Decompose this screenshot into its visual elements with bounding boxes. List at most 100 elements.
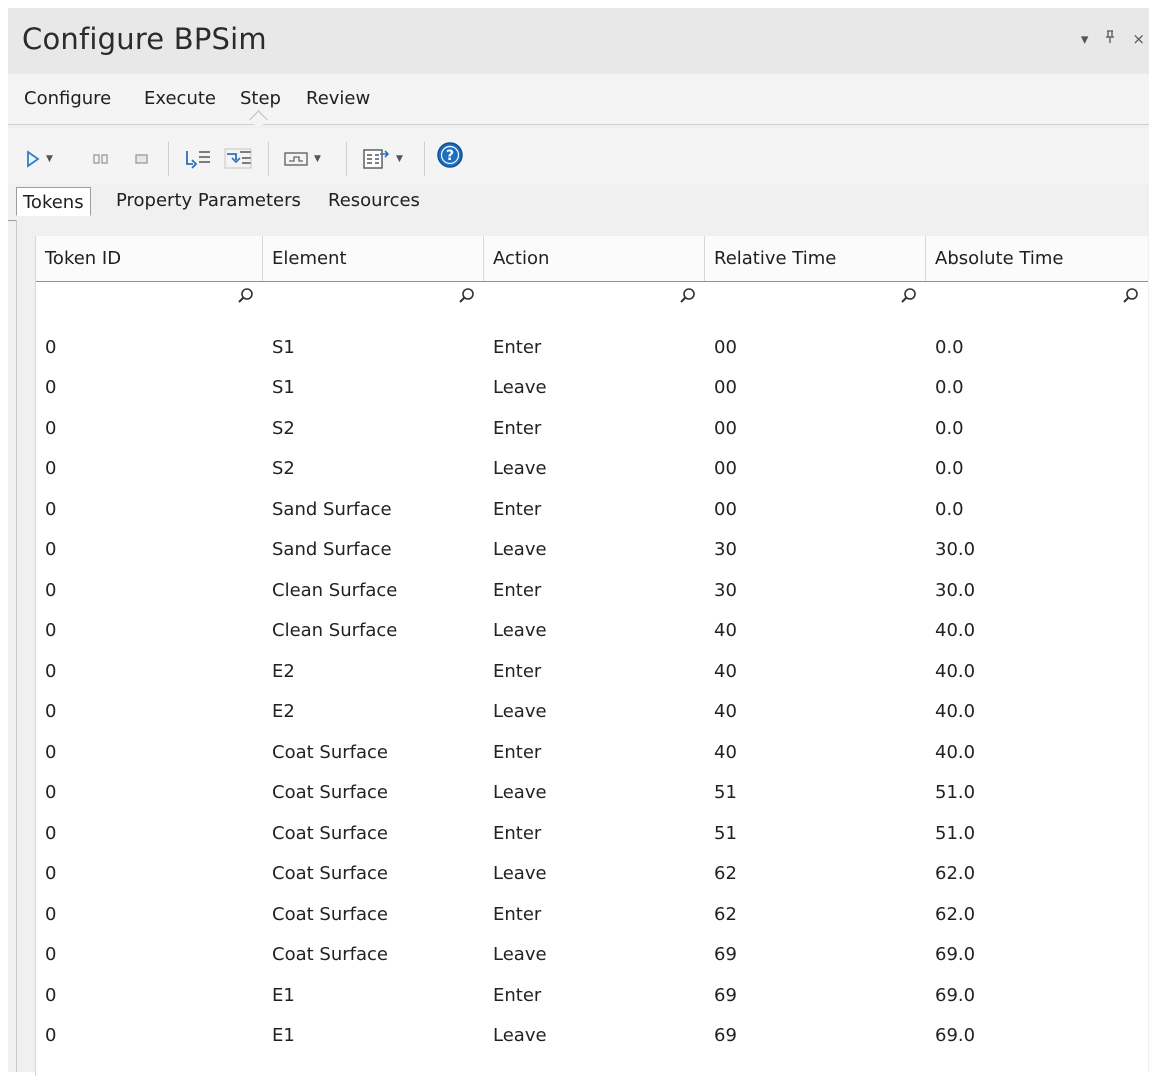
relative-time-cell: 40 — [714, 701, 737, 722]
table-row[interactable]: 0 E1 Leave 69 69.0 — [36, 1016, 1148, 1056]
ribbon-tab-step[interactable]: Step — [240, 88, 281, 109]
title-bar: Configure BPSim ▾ × — [8, 8, 1149, 74]
element-cell: Coat Surface — [272, 823, 388, 844]
element-cell: Coat Surface — [272, 863, 388, 884]
column-header-action[interactable]: Action — [484, 236, 705, 281]
table-row[interactable]: 0 Coat Surface Leave 51 51.0 — [36, 773, 1148, 813]
pin-icon[interactable] — [1104, 30, 1116, 48]
table-row[interactable]: 0 E2 Leave 40 40.0 — [36, 692, 1148, 732]
element-cell: E2 — [272, 661, 295, 682]
toolbar-separator — [268, 142, 269, 176]
chevron-down-icon[interactable]: ▼ — [46, 154, 53, 164]
table-row[interactable]: 0 Coat Surface Enter 51 51.0 — [36, 814, 1148, 854]
relative-time-cell: 40 — [714, 620, 737, 641]
table-row[interactable]: 0 Coat Surface Leave 62 62.0 — [36, 854, 1148, 894]
token-id-cell: 0 — [45, 985, 57, 1006]
filter-row — [36, 282, 1149, 312]
relative-time-cell: 00 — [714, 337, 737, 358]
action-cell: Enter — [493, 823, 542, 844]
search-icon[interactable] — [1122, 287, 1140, 305]
table-row[interactable]: 0 Coat Surface Leave 69 69.0 — [36, 935, 1148, 975]
relative-time-filter-input[interactable] — [705, 282, 930, 312]
token-id-cell: 0 — [45, 418, 57, 439]
element-cell: E2 — [272, 701, 295, 722]
absolute-time-cell: 69.0 — [935, 944, 976, 965]
table-row[interactable]: 0 Coat Surface Enter 62 62.0 — [36, 895, 1148, 935]
search-icon[interactable] — [679, 287, 697, 305]
step-into-button[interactable] — [184, 149, 212, 169]
column-header-token-id[interactable]: Token ID — [36, 236, 263, 281]
absolute-time-cell: 40.0 — [935, 701, 976, 722]
dropdown-icon[interactable]: ▾ — [1081, 30, 1089, 48]
close-icon[interactable]: × — [1132, 30, 1145, 48]
table-row[interactable]: 0 Clean Surface Leave 40 40.0 — [36, 611, 1148, 651]
relative-time-cell: 30 — [714, 580, 737, 601]
element-cell: Coat Surface — [272, 904, 388, 925]
table-row[interactable]: 0 E1 Enter 69 69.0 — [36, 976, 1148, 1016]
pause-button[interactable] — [92, 149, 110, 169]
token-id-cell: 0 — [45, 458, 57, 479]
absolute-time-cell: 69.0 — [935, 1025, 976, 1046]
element-filter-input[interactable] — [263, 282, 488, 312]
bpsim-window: Configure BPSim ▾ × Configure Execute St… — [8, 8, 1149, 1076]
filter-cell — [705, 282, 930, 312]
action-filter-input[interactable] — [484, 282, 709, 312]
svg-text:?: ? — [446, 148, 454, 164]
play-button[interactable]: ▼ — [26, 149, 53, 169]
column-header-relative-time[interactable]: Relative Time — [705, 236, 926, 281]
action-cell: Leave — [493, 863, 547, 884]
action-cell: Enter — [493, 904, 542, 925]
search-icon[interactable] — [237, 287, 255, 305]
chevron-down-icon[interactable]: ▼ — [396, 154, 403, 164]
token-id-cell: 0 — [45, 1025, 57, 1046]
table-row[interactable]: 0 Sand Surface Leave 30 30.0 — [36, 530, 1148, 570]
token-id-cell: 0 — [45, 580, 57, 601]
absolute-time-cell: 0.0 — [935, 458, 964, 479]
absolute-time-filter-input[interactable] — [926, 282, 1149, 312]
absolute-time-cell: 0.0 — [935, 377, 964, 398]
element-cell: S1 — [272, 337, 295, 358]
relative-time-cell: 00 — [714, 377, 737, 398]
chevron-down-icon[interactable]: ▼ — [314, 154, 321, 164]
ribbon-tab-configure[interactable]: Configure — [24, 88, 111, 109]
element-cell: S2 — [272, 458, 295, 479]
element-cell: S1 — [272, 377, 295, 398]
step-over-button[interactable] — [224, 148, 252, 169]
table-row[interactable]: 0 Sand Surface Enter 00 0.0 — [36, 490, 1148, 530]
ribbon-tab-execute[interactable]: Execute — [144, 88, 216, 109]
stop-button[interactable] — [134, 149, 150, 169]
relative-time-cell: 51 — [714, 782, 737, 803]
table-row[interactable]: 0 Coat Surface Enter 40 40.0 — [36, 733, 1148, 773]
action-cell: Enter — [493, 580, 542, 601]
tab-property-parameters[interactable]: Property Parameters — [116, 190, 301, 211]
search-icon[interactable] — [900, 287, 918, 305]
table-row[interactable]: 0 E2 Enter 40 40.0 — [36, 652, 1148, 692]
token-id-cell: 0 — [45, 620, 57, 641]
action-cell: Enter — [493, 418, 542, 439]
tab-resources[interactable]: Resources — [328, 190, 420, 211]
tab-tokens[interactable]: Tokens — [16, 187, 91, 216]
absolute-time-cell: 51.0 — [935, 823, 976, 844]
token-id-filter-input[interactable] — [36, 282, 267, 312]
ribbon-tab-review[interactable]: Review — [306, 88, 370, 109]
column-header-element[interactable]: Element — [263, 236, 484, 281]
table-row[interactable]: 0 Clean Surface Enter 30 30.0 — [36, 571, 1148, 611]
action-cell: Enter — [493, 499, 542, 520]
help-button[interactable]: ? — [436, 142, 464, 168]
token-id-cell: 0 — [45, 377, 57, 398]
export-icon — [363, 149, 390, 169]
table-row[interactable]: 0 S2 Enter 00 0.0 — [36, 409, 1148, 449]
element-cell: Coat Surface — [272, 782, 388, 803]
relative-time-cell: 69 — [714, 985, 737, 1006]
table-row[interactable]: 0 S1 Enter 00 0.0 — [36, 328, 1148, 368]
relative-time-cell: 51 — [714, 823, 737, 844]
sub-tabs: Tokens Property Parameters Resources — [8, 184, 1149, 221]
absolute-time-cell: 62.0 — [935, 904, 976, 925]
view-button[interactable]: ▼ — [284, 149, 321, 169]
search-icon[interactable] — [458, 287, 476, 305]
column-header-absolute-time[interactable]: Absolute Time — [926, 236, 1148, 281]
table-row[interactable]: 0 S2 Leave 00 0.0 — [36, 449, 1148, 489]
export-button[interactable]: ▼ — [362, 149, 403, 169]
element-cell: E1 — [272, 1025, 295, 1046]
table-row[interactable]: 0 S1 Leave 00 0.0 — [36, 368, 1148, 408]
